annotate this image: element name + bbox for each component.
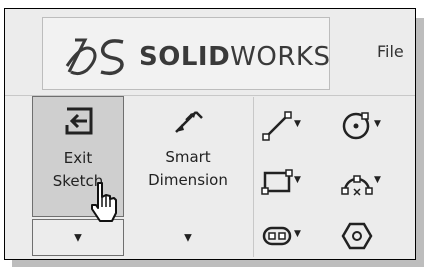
smart-dimension-dropdown[interactable]: ▼	[133, 219, 243, 256]
line-tool-button[interactable]: ▼	[260, 109, 304, 143]
exit-sketch-label-line1: Exit	[63, 149, 93, 167]
exit-sketch-icon	[65, 107, 93, 135]
ds-logo-icon	[65, 38, 124, 76]
smart-dimension-icon	[175, 111, 203, 133]
exit-sketch-dropdown[interactable]: ▼	[32, 219, 124, 256]
mouse-pointer-hand-icon	[91, 182, 117, 222]
smart-dimension-button[interactable]: Smart Dimension	[133, 96, 243, 217]
solidworks-logo: SOLIDWORKS	[42, 17, 330, 90]
rectangle-icon	[261, 169, 293, 195]
polygon-icon	[341, 222, 373, 250]
smart-dimension-label-line2: Dimension	[148, 171, 228, 189]
polygon-tool-button[interactable]	[340, 219, 384, 253]
chevron-down-icon[interactable]: ▼	[294, 119, 301, 129]
chevron-down-icon[interactable]: ▼	[374, 119, 381, 129]
arc-icon	[341, 175, 373, 196]
rectangle-tool-button[interactable]: ▼	[260, 165, 304, 199]
chevron-down-icon: ▼	[184, 232, 192, 243]
chevron-down-icon[interactable]: ▼	[294, 175, 301, 185]
arc-tool-button[interactable]: ▼	[340, 165, 384, 199]
chevron-down-icon[interactable]: ▼	[374, 175, 381, 185]
circle-tool-button[interactable]: ▼	[340, 109, 384, 143]
toolbar-group-divider	[253, 97, 254, 257]
logo-wordmark: SOLIDWORKS	[139, 42, 330, 72]
smart-dimension-label-line1: Smart	[165, 148, 211, 166]
chevron-down-icon[interactable]: ▼	[294, 229, 301, 239]
slot-icon	[262, 226, 292, 246]
slot-tool-button[interactable]: ▼	[260, 219, 304, 253]
logo-text-light: WORKS	[230, 42, 331, 72]
solidworks-window: SOLIDWORKS File Exit Sketch ▼ Smart Dime…	[4, 8, 416, 260]
chevron-down-icon: ▼	[74, 232, 82, 243]
menu-file[interactable]: File	[377, 42, 404, 61]
line-icon	[262, 111, 292, 141]
logo-text-bold: SOLID	[139, 42, 231, 72]
circle-icon	[342, 112, 370, 140]
